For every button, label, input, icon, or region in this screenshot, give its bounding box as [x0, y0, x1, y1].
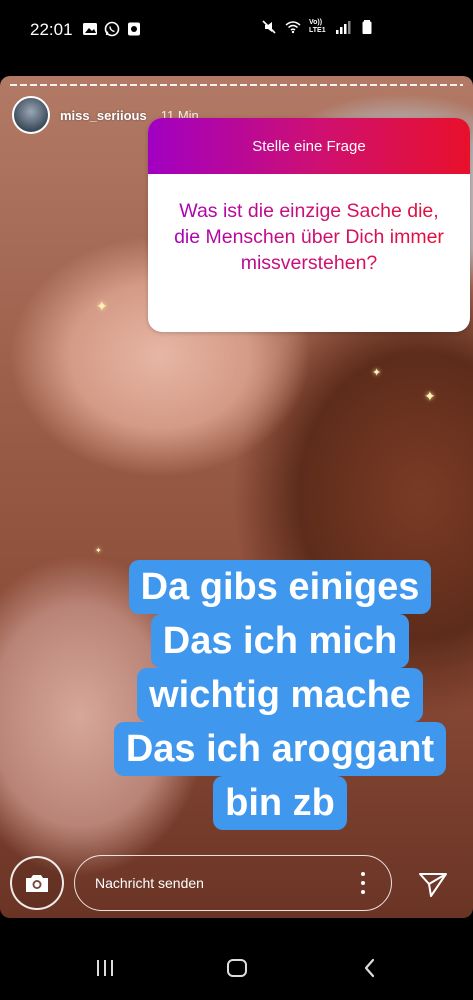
answer-line: bin zb — [213, 776, 347, 830]
mute-icon — [262, 20, 276, 34]
home-icon — [227, 959, 247, 977]
status-right-icons: Vo)) LTE1 — [261, 19, 375, 35]
username[interactable]: miss_seriious — [60, 108, 147, 123]
message-input[interactable]: Nachricht senden — [74, 855, 392, 911]
whatsapp-icon — [104, 21, 120, 37]
home-button[interactable] — [222, 956, 252, 980]
camera-icon — [26, 875, 48, 892]
volte-lte-icon: Vo)) LTE1 — [309, 19, 326, 34]
back-button[interactable] — [355, 956, 385, 980]
answer-line: wichtig mache — [137, 668, 423, 722]
image-icon — [83, 23, 97, 35]
battery-icon — [362, 20, 372, 34]
back-icon — [364, 958, 375, 978]
question-sticker[interactable]: Stelle eine Frage Was ist die einzige Sa… — [148, 118, 470, 332]
app-icon — [128, 22, 140, 36]
signal-icon — [336, 21, 351, 34]
avatar[interactable] — [12, 96, 50, 134]
send-icon — [419, 873, 447, 897]
sparkle-icon: ✦ — [424, 388, 436, 404]
story-viewer[interactable]: miss_seriious 11 Min. Stelle eine Frage … — [0, 76, 473, 918]
answer-line: Das ich aroggant — [113, 722, 447, 776]
status-time: 22:01 — [30, 20, 73, 39]
answer-line: Das ich mich — [150, 614, 410, 668]
sparkle-icon: ✦ — [372, 367, 382, 379]
message-input-placeholder: Nachricht senden — [95, 875, 204, 891]
recent-apps-button[interactable] — [90, 956, 120, 980]
status-left-icons — [82, 21, 142, 37]
navigation-bar — [0, 930, 473, 1000]
sparkle-icon: ✦ — [96, 298, 108, 314]
recent-apps-icon — [97, 960, 113, 976]
more-options-icon[interactable] — [361, 872, 365, 894]
story-progress-bar — [10, 84, 463, 86]
question-sticker-header: Stelle eine Frage — [148, 118, 470, 174]
answer-text-block: Da gibs einiges Das ich mich wichtig mac… — [100, 560, 460, 830]
question-sticker-text: Was ist die einzige Sache die, die Mensc… — [148, 174, 470, 276]
sparkle-icon: ✦ — [95, 546, 102, 555]
send-button[interactable] — [413, 864, 453, 904]
wifi-icon — [285, 21, 301, 34]
status-bar: 22:01 Vo)) LTE1 — [0, 0, 473, 62]
camera-button[interactable] — [10, 856, 64, 910]
answer-line: Da gibs einiges — [128, 560, 432, 614]
